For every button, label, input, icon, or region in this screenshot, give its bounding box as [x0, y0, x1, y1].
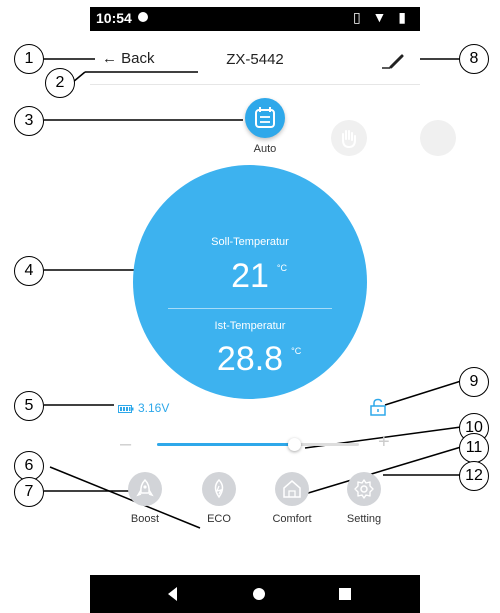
calendar-icon: [255, 107, 275, 128]
mode-holiday-button[interactable]: [420, 120, 456, 156]
home-icon: [283, 480, 301, 498]
comfort-button[interactable]: [275, 472, 309, 506]
callout-9: 9: [459, 367, 489, 397]
gear-icon: [354, 479, 374, 499]
callout-1: 1: [14, 44, 44, 74]
current-temp-label: Ist-Temperatur: [214, 320, 286, 332]
battery-icon: [118, 404, 134, 413]
boost-button[interactable]: [128, 472, 162, 506]
callout-12: 12: [459, 461, 489, 491]
callout-5: 5: [14, 391, 44, 421]
target-temp-unit: °C: [276, 263, 288, 273]
callout-11: 11: [459, 433, 489, 463]
callout-4: 4: [14, 256, 44, 286]
status-time: 10:54: [96, 10, 132, 26]
nav-recents-icon[interactable]: [334, 583, 356, 605]
nav-back-icon[interactable]: [162, 583, 184, 605]
temperature-slider-fill: [157, 443, 294, 446]
android-nav-bar: [90, 575, 420, 613]
mode-manual-button[interactable]: [331, 120, 367, 156]
battery-voltage: 3.16V: [138, 401, 170, 415]
decrease-button[interactable]: –: [120, 433, 131, 456]
current-temp-value: 28.8: [216, 340, 284, 378]
hand-icon: [342, 130, 356, 149]
callout-7: 7: [14, 477, 44, 507]
rocket-icon: [136, 478, 154, 497]
eco-label: ECO: [207, 513, 231, 525]
notification-icon: [138, 12, 148, 22]
callout-2: 2: [45, 68, 75, 98]
mode-auto-button[interactable]: [245, 98, 285, 138]
setting-button[interactable]: [347, 472, 381, 506]
back-button[interactable]: ← Back: [102, 50, 155, 67]
comfort-label: Comfort: [272, 513, 312, 525]
header-divider: [90, 84, 420, 85]
eco-button[interactable]: [202, 472, 236, 506]
target-temp-label: Soll-Temperatur: [211, 236, 289, 248]
edit-button[interactable]: [380, 48, 406, 72]
target-temp: 21 °C: [133, 257, 367, 296]
current-temp: 28.8 °C: [133, 340, 367, 379]
setting-label: Setting: [346, 513, 382, 525]
app-header: ZX-5442 ← Back: [90, 44, 420, 80]
battery-status: 3.16V: [118, 401, 169, 415]
status-bar: 10:54 ▯ ▼ ▮: [90, 7, 420, 31]
boost-label: Boost: [130, 513, 160, 525]
status-icons: ▯ ▼ ▮: [352, 9, 410, 25]
nav-home-icon[interactable]: [248, 583, 270, 605]
temp-divider: [168, 308, 332, 309]
child-lock-button[interactable]: [369, 398, 387, 416]
callout-8: 8: [459, 44, 489, 74]
increase-button[interactable]: +: [378, 431, 390, 454]
temperature-display: Soll-Temperatur 21 °C Ist-Temperatur 28.8…: [133, 165, 367, 399]
mode-auto-label: Auto: [253, 143, 277, 155]
target-temp-value: 21: [231, 257, 269, 295]
temperature-slider-thumb[interactable]: [288, 438, 301, 451]
leaf-icon: [214, 478, 224, 499]
pencil-icon: [382, 54, 404, 69]
unlock-icon: [370, 398, 386, 416]
current-temp-unit: °C: [291, 346, 302, 356]
callout-3: 3: [14, 106, 44, 136]
